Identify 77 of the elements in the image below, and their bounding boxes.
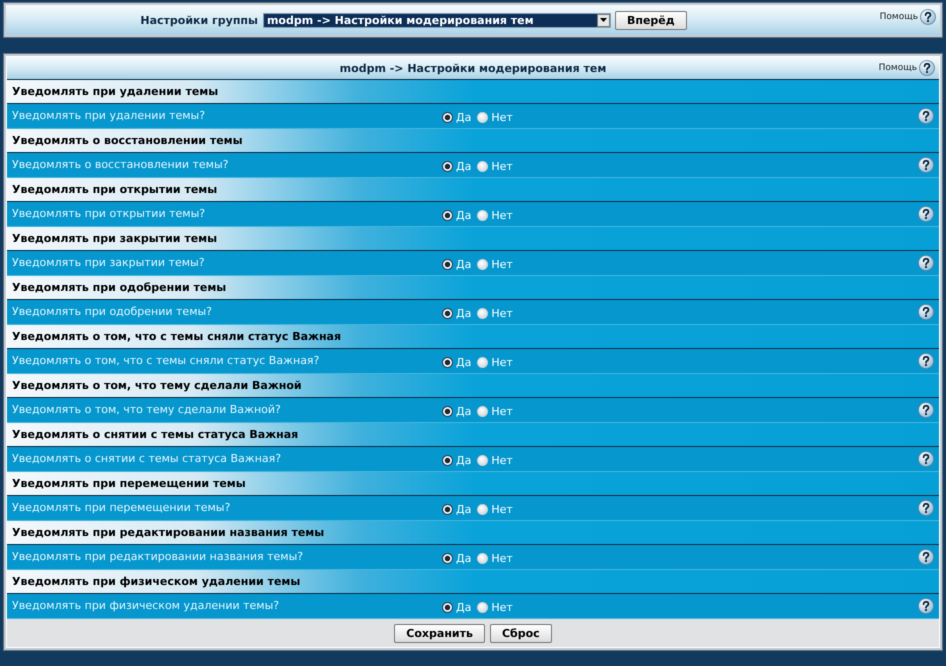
section-title: Уведомлять при открытии темы: [12, 183, 218, 196]
help-icon[interactable]: [918, 255, 934, 271]
radio-option[interactable]: Нет: [477, 601, 513, 614]
radio-option[interactable]: Да: [442, 258, 472, 271]
section-title: Уведомлять о том, что с темы сняли статус Важная: [12, 330, 342, 343]
radio-option[interactable]: Нет: [477, 356, 513, 369]
setting-label: Уведомлять при перемещении темы?: [12, 500, 232, 514]
setting-label: Уведомлять о том, что тему сделали Важной?: [12, 402, 282, 416]
setting-label: Уведомлять о восстановлении темы?: [12, 157, 230, 171]
help-icon[interactable]: [918, 500, 934, 516]
panel-title: modpm -> Настройки модерирования тем: [340, 62, 606, 74]
form-button[interactable]: Сохранить: [394, 624, 485, 642]
help-link[interactable]: Помощь: [878, 63, 917, 73]
radio-option[interactable]: Нет: [477, 111, 513, 124]
help-icon[interactable]: [918, 353, 934, 369]
radio-option[interactable]: Нет: [477, 209, 513, 222]
radio-button[interactable]: [442, 161, 453, 172]
help-icon[interactable]: [920, 9, 936, 25]
radio-option[interactable]: Да: [442, 307, 472, 320]
setting-label: Уведомлять при открытии темы?: [12, 206, 206, 220]
radio-option[interactable]: Да: [442, 503, 472, 516]
radio-button[interactable]: [442, 259, 453, 270]
radio-button[interactable]: [442, 210, 453, 221]
section-title: Уведомлять при перемещении темы: [12, 477, 246, 490]
help-icon[interactable]: [918, 402, 934, 418]
radio-option[interactable]: Нет: [477, 307, 513, 320]
section-title: Уведомлять о снятии с темы статуса Важная: [12, 428, 298, 441]
radio-option[interactable]: Нет: [477, 258, 513, 271]
radio-option[interactable]: Да: [442, 405, 472, 418]
section-title: Уведомлять о восстановлении темы: [12, 134, 243, 147]
setting-label: Уведомлять при удалении темы?: [12, 108, 206, 122]
setting-label: Уведомлять при одобрении темы?: [12, 304, 214, 318]
section-title: Уведомлять о том, что тему сделали Важной: [12, 379, 302, 392]
radio-button[interactable]: [442, 406, 453, 417]
caret-icon: [600, 18, 607, 22]
radio-option[interactable]: Да: [442, 209, 472, 222]
help-icon[interactable]: [918, 598, 934, 614]
help-icon[interactable]: [918, 451, 934, 467]
help-icon[interactable]: [918, 157, 934, 173]
radio-button[interactable]: [442, 357, 453, 368]
radio-option[interactable]: Нет: [477, 552, 513, 565]
help-icon[interactable]: [918, 206, 934, 222]
setting-label: Уведомлять о снятии с темы статуса Важная?: [12, 451, 282, 465]
help-icon[interactable]: [919, 60, 935, 76]
radio-option[interactable]: Да: [442, 160, 472, 173]
help-icon[interactable]: [918, 549, 934, 565]
radio-option[interactable]: Да: [442, 552, 472, 565]
setting-label: Уведомлять при закрытии темы?: [12, 255, 206, 269]
group-label: Настройки группы: [140, 14, 258, 26]
radio-button[interactable]: [442, 602, 453, 613]
radio-button[interactable]: [442, 112, 453, 123]
group-select[interactable]: modpm -> Настройки модерирования тем: [262, 12, 611, 28]
radio-option[interactable]: Нет: [477, 503, 513, 516]
radio-button[interactable]: [442, 553, 453, 564]
radio-option[interactable]: Да: [442, 356, 472, 369]
radio-button[interactable]: [442, 455, 453, 466]
help-link[interactable]: Помощь: [880, 12, 918, 22]
section-title: Уведомлять при одобрении темы: [12, 281, 226, 294]
radio-option[interactable]: Нет: [477, 405, 513, 418]
setting-label: Уведомлять при редактировании названия темы?: [12, 549, 304, 563]
section-title: Уведомлять при удалении темы: [12, 85, 218, 98]
radio-option[interactable]: Нет: [477, 454, 513, 467]
section-title: Уведомлять при редактировании названия темы: [12, 526, 324, 539]
radio-option[interactable]: Да: [442, 111, 472, 124]
radio-option[interactable]: Нет: [477, 160, 513, 173]
section-title: Уведомлять при физическом удалении темы: [12, 575, 300, 588]
section-title: Уведомлять при закрытии темы: [12, 232, 218, 245]
radio-button[interactable]: [442, 504, 453, 515]
radio-option[interactable]: Да: [442, 601, 472, 614]
setting-label: Уведомлять при физическом удалении темы?: [12, 598, 280, 612]
radio-button[interactable]: [442, 308, 453, 319]
go-button[interactable]: Вперёд: [614, 10, 687, 30]
radio-option[interactable]: Да: [442, 454, 472, 467]
setting-label: Уведомлять о том, что с темы сняли статус Важная?: [12, 353, 320, 367]
help-icon[interactable]: [918, 108, 934, 124]
form-button[interactable]: Сброс: [490, 624, 552, 642]
help-icon[interactable]: [918, 304, 934, 320]
